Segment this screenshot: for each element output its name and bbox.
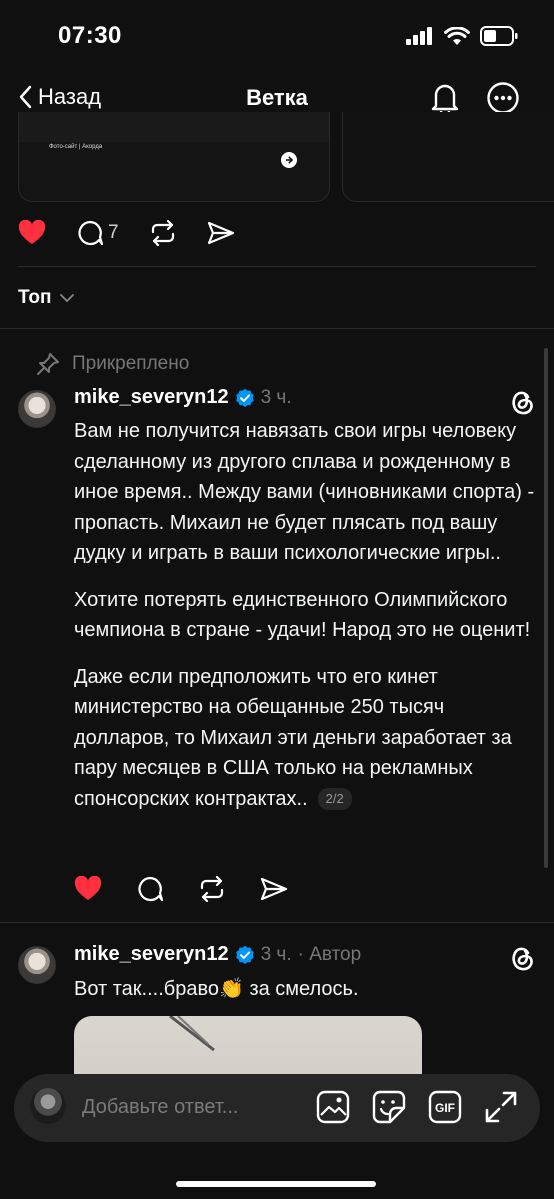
reply-actions: [74, 876, 288, 902]
expand-icon[interactable]: [484, 1090, 518, 1124]
wifi-icon: [444, 26, 470, 45]
svg-text:GIF: GIF: [435, 1101, 455, 1115]
comment-icon[interactable]: [76, 220, 104, 246]
reply-paragraph: Вам не получится навязать свои игры чело…: [74, 420, 535, 564]
bell-icon: [431, 84, 459, 116]
threads-logo-icon[interactable]: [506, 386, 538, 418]
pinned-label: Прикреплено: [72, 353, 190, 374]
reply-header: mike_severyn12 3 ч.: [74, 386, 292, 409]
card-image-strip: [19, 112, 329, 142]
timestamp: 3 ч.: [260, 943, 292, 965]
verified-badge-icon: [235, 945, 254, 964]
card-caption: Фото-сайт | Акорда: [49, 144, 103, 150]
threads-logo-icon[interactable]: [506, 942, 538, 974]
verified-badge-icon: [235, 388, 254, 407]
username[interactable]: mike_severyn12: [74, 943, 229, 966]
timestamp: 3 ч.: [260, 386, 292, 408]
reply-text: Вот так....браво👏 за смелось.: [74, 978, 359, 1000]
chevron-down-icon: [59, 293, 74, 302]
page-title: Ветка: [246, 85, 308, 110]
reply-body: Вам не получится навязать свои игры чело…: [74, 416, 544, 814]
sticker-icon[interactable]: [372, 1090, 406, 1124]
reply-header: mike_severyn12 3 ч. · Автор: [74, 943, 361, 966]
arrow-right-icon[interactable]: [281, 152, 297, 168]
reply-paragraph-text: Даже если предположить что его кинет мин…: [74, 665, 512, 810]
scrollbar[interactable]: [544, 348, 548, 868]
section-divider: [0, 328, 554, 329]
share-icon[interactable]: [260, 876, 288, 902]
reply-input[interactable]: Добавьте ответ...: [82, 1096, 238, 1119]
post-actions: 7: [18, 220, 235, 246]
gif-icon[interactable]: GIF: [428, 1090, 462, 1124]
status-time: 07:30: [58, 22, 122, 49]
like-icon[interactable]: [74, 876, 102, 902]
repost-icon[interactable]: [149, 220, 177, 246]
username[interactable]: mike_severyn12: [74, 386, 229, 409]
section-divider: [0, 922, 554, 923]
repost-icon[interactable]: [198, 876, 226, 902]
comment-count: 7: [108, 222, 119, 243]
more-options-button[interactable]: [486, 80, 520, 116]
status-icons: [406, 26, 518, 46]
page-indicator: 2/2: [317, 788, 352, 811]
link-preview-card[interactable]: Фото-сайт | Акорда: [18, 112, 330, 202]
composer-actions: GIF: [316, 1090, 518, 1124]
embedded-post-card[interactable]: [342, 112, 554, 202]
avatar[interactable]: [18, 946, 56, 984]
pin-icon: [37, 353, 59, 375]
reply-paragraph: Даже если предположить что его кинет мин…: [74, 662, 544, 815]
image-icon[interactable]: [316, 1090, 350, 1124]
avatar[interactable]: [18, 390, 56, 428]
cellular-signal-icon: [406, 27, 432, 45]
reply-paragraph: Хотите потерять единственного Олимпийско…: [74, 588, 531, 642]
pinned-indicator: Прикреплено: [36, 352, 189, 376]
author-label: · Автор: [297, 943, 362, 965]
composer-avatar: [30, 1088, 66, 1124]
divider: [18, 266, 536, 267]
sort-dropdown[interactable]: Топ: [18, 287, 74, 309]
comment-icon[interactable]: [136, 876, 164, 902]
home-indicator[interactable]: [176, 1181, 376, 1187]
more-icon: [487, 82, 519, 114]
battery-icon: [480, 26, 518, 46]
notifications-button[interactable]: [428, 80, 462, 116]
like-icon[interactable]: [18, 220, 46, 246]
share-icon[interactable]: [207, 220, 235, 246]
sort-label: Топ: [18, 287, 52, 308]
